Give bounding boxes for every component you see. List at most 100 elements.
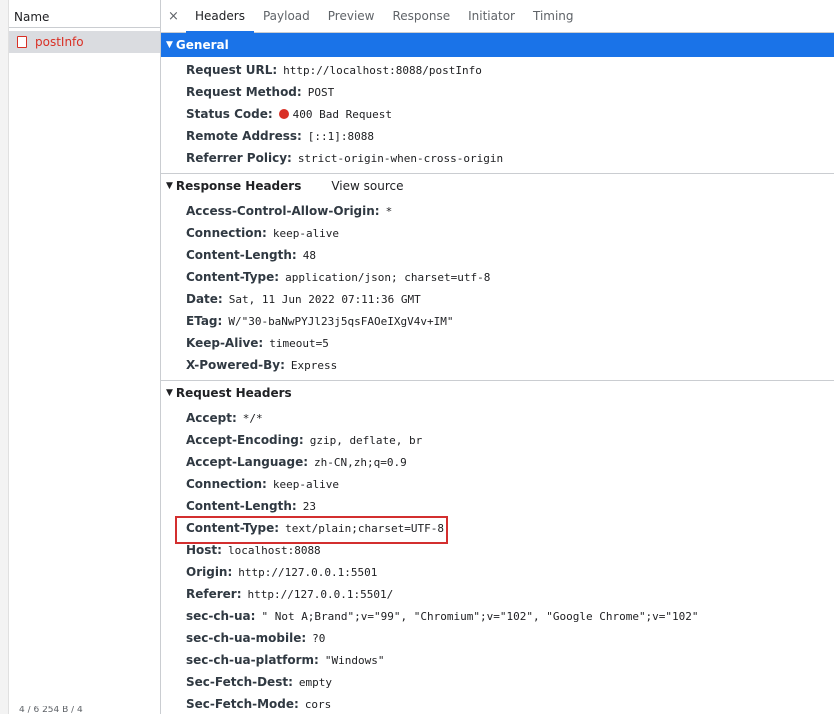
header-value: cors	[304, 698, 332, 711]
tab-preview[interactable]: Preview	[319, 0, 384, 33]
header-value: keep-alive	[272, 478, 340, 491]
general-section: ▼ General Request URL: http://localhost:8…	[161, 33, 834, 174]
tab-response[interactable]: Response	[383, 0, 459, 33]
header-key: Content-Type:	[186, 521, 280, 535]
header-value: Express	[290, 359, 338, 372]
header-value: " Not A;Brand";v="99", "Chromium";v="102…	[261, 610, 699, 623]
triangle-down-icon: ▼	[166, 181, 173, 191]
header-key: Remote Address:	[186, 129, 302, 143]
header-key: Content-Length:	[186, 248, 297, 262]
detail-tabs-bar: × Headers Payload Preview Response Initi…	[161, 0, 834, 33]
header-value: http://localhost:8088/postInfo	[283, 64, 482, 77]
header-key: Accept-Language:	[186, 455, 309, 469]
header-row: Origin: http://127.0.0.1:5501	[161, 561, 834, 583]
header-row: ETag: W/"30-baNwPYJl23j5qsFAOeIXgV4v+IM"	[161, 310, 834, 332]
header-row: Host: localhost:8088	[161, 539, 834, 561]
header-value: 23	[302, 500, 316, 513]
header-value: zh-CN,zh;q=0.9	[314, 456, 407, 469]
tab-headers[interactable]: Headers	[186, 0, 254, 33]
header-key: Content-Length:	[186, 499, 297, 513]
headers-content: ▼ General Request URL: http://localhost:8…	[161, 33, 834, 714]
tab-payload[interactable]: Payload	[254, 0, 319, 33]
header-key: sec-ch-ua-mobile:	[186, 631, 307, 645]
header-key: Access-Control-Allow-Origin:	[186, 204, 380, 218]
header-value: ?0	[312, 632, 326, 645]
header-key: Status Code:	[186, 107, 273, 121]
header-row: Content-Length: 48	[161, 244, 834, 266]
header-row: Connection: keep-alive	[161, 222, 834, 244]
header-row: Access-Control-Allow-Origin: *	[161, 200, 834, 222]
header-key: Accept:	[186, 411, 237, 425]
header-row: Sec-Fetch-Dest: empty	[161, 671, 834, 693]
status-error-dot-icon	[278, 109, 289, 119]
header-key: Referrer Policy:	[186, 151, 292, 165]
header-value: 400 Bad Request	[292, 108, 392, 121]
header-key: sec-ch-ua-platform:	[186, 653, 319, 667]
header-key: Content-Type:	[186, 270, 280, 284]
header-row: sec-ch-ua-mobile: ?0	[161, 627, 834, 649]
close-icon[interactable]: ×	[161, 0, 186, 32]
header-value: application/json; charset=utf-8	[285, 271, 491, 284]
header-value: text/plain;charset=UTF-8	[285, 522, 445, 535]
left-gutter	[0, 0, 9, 714]
header-value: strict-origin-when-cross-origin	[297, 152, 504, 165]
header-key: Connection:	[186, 477, 267, 491]
header-row: Content-Length: 23	[161, 495, 834, 517]
header-value: 48	[302, 249, 316, 262]
header-value: keep-alive	[272, 227, 340, 240]
general-rows: Request URL: http://localhost:8088/postIn…	[161, 57, 834, 173]
request-header-rows: Accept: */* Accept-Encoding: gzip, deflate…	[161, 405, 834, 714]
header-row: Accept-Encoding: gzip, deflate, br	[161, 429, 834, 451]
header-value: [::1]:8088	[307, 130, 375, 143]
view-source-link[interactable]: View source	[331, 179, 403, 193]
header-key: Sec-Fetch-Mode:	[186, 697, 299, 711]
header-row: Referrer Policy: strict-origin-when-cross…	[161, 147, 834, 169]
header-row: Date: Sat, 11 Jun 2022 07:11:36 GMT	[161, 288, 834, 310]
header-key: ETag:	[186, 314, 223, 328]
section-title: Request Headers	[175, 386, 292, 400]
header-row: Request URL: http://localhost:8088/postIn…	[161, 59, 834, 81]
header-key: Sec-Fetch-Dest:	[186, 675, 293, 689]
header-key: Origin:	[186, 565, 233, 579]
header-row: Content-Type: application/json; charset=u…	[161, 266, 834, 288]
header-row: Keep-Alive: timeout=5	[161, 332, 834, 354]
header-value: *	[385, 205, 393, 218]
header-row: Accept-Language: zh-CN,zh;q=0.9	[161, 451, 834, 473]
request-name: postInfo	[35, 35, 84, 49]
header-row: Connection: keep-alive	[161, 473, 834, 495]
section-title: General	[175, 38, 229, 52]
tab-timing[interactable]: Timing	[524, 0, 583, 33]
document-icon	[17, 36, 27, 48]
header-key: Request Method:	[186, 85, 302, 99]
header-key: Accept-Encoding:	[186, 433, 304, 447]
header-row: Remote Address: [::1]:8088	[161, 125, 834, 147]
triangle-down-icon: ▼	[166, 40, 173, 50]
header-value: gzip, deflate, br	[309, 434, 423, 447]
name-column-header[interactable]: Name	[9, 6, 160, 28]
header-key: Date:	[186, 292, 223, 306]
header-value: localhost:8088	[227, 544, 321, 557]
header-row: Accept: */*	[161, 407, 834, 429]
header-row-highlighted: Content-Type: text/plain;charset=UTF-8	[161, 517, 834, 539]
header-value: empty	[298, 676, 332, 689]
header-row: sec-ch-ua-platform: "Windows"	[161, 649, 834, 671]
header-value: Sat, 11 Jun 2022 07:11:36 GMT	[228, 293, 421, 306]
response-headers-section-header[interactable]: ▼ Response Headers View source	[161, 174, 834, 198]
header-row: Referer: http://127.0.0.1:5501/	[161, 583, 834, 605]
response-header-rows: Access-Control-Allow-Origin: * Connection…	[161, 198, 834, 380]
header-value: W/"30-baNwPYJl23j5qsFAOeIXgV4v+IM"	[228, 315, 454, 328]
general-section-header[interactable]: ▼ General	[161, 33, 834, 57]
header-row: Status Code: 400 Bad Request	[161, 103, 834, 125]
header-key: X-Powered-By:	[186, 358, 285, 372]
section-title: Response Headers	[175, 179, 302, 193]
header-value: POST	[307, 86, 335, 99]
header-row: sec-ch-ua: " Not A;Brand";v="99", "Chromi…	[161, 605, 834, 627]
request-headers-section-header[interactable]: ▼ Request Headers	[161, 381, 834, 405]
header-value: timeout=5	[269, 337, 329, 350]
header-key: Host:	[186, 543, 222, 557]
header-row: Sec-Fetch-Mode: cors	[161, 693, 834, 714]
request-headers-section: ▼ Request Headers Accept: */* Accept-Enco…	[161, 381, 834, 714]
header-value: */*	[242, 412, 263, 425]
tab-initiator[interactable]: Initiator	[459, 0, 524, 33]
request-row-postinfo[interactable]: postInfo	[9, 31, 160, 53]
